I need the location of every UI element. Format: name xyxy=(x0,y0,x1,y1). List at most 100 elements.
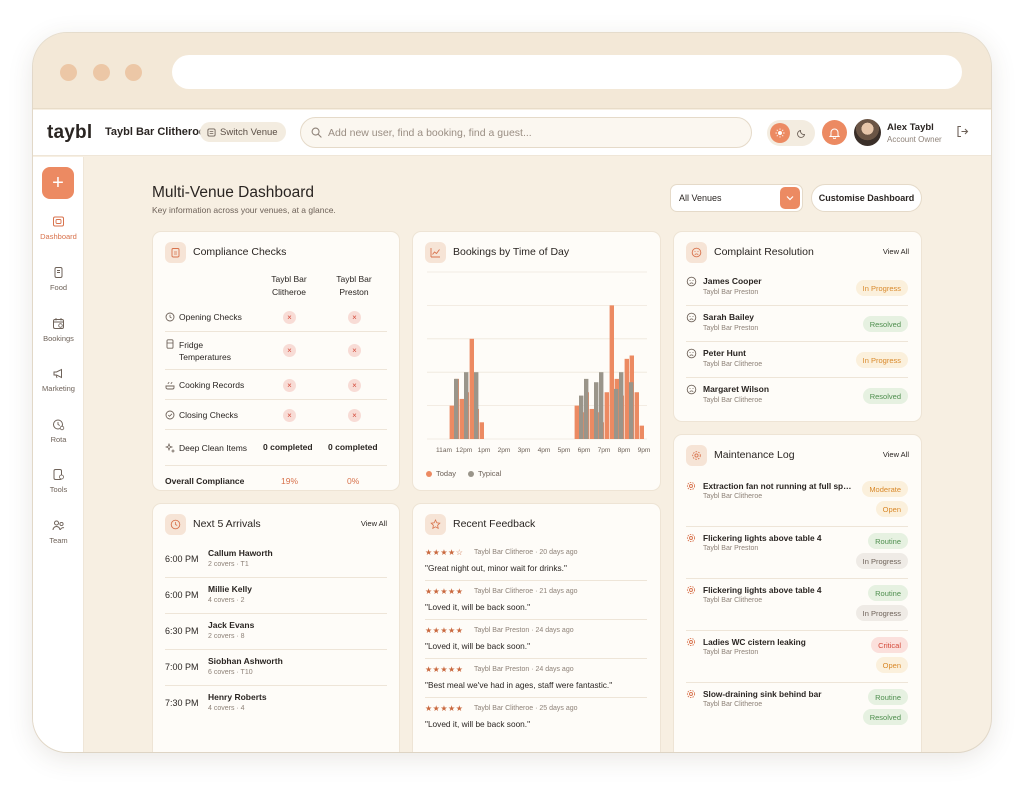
compliance-row-opening[interactable]: Opening Checks × × xyxy=(165,302,387,332)
bar-today[interactable] xyxy=(589,408,594,439)
user-avatar[interactable] xyxy=(854,119,881,146)
bar-today[interactable] xyxy=(449,405,454,439)
taybl-logo[interactable]: taybl xyxy=(47,122,92,144)
notifications-button[interactable] xyxy=(822,120,847,145)
switch-venue-button[interactable]: Switch Venue xyxy=(200,122,286,142)
sidebar-item-bookings[interactable]: Bookings xyxy=(33,317,84,357)
bar-today[interactable] xyxy=(459,398,464,439)
maintenance-title: Maintenance Log xyxy=(714,449,795,461)
gear-icon xyxy=(686,481,696,491)
sidebar: + Dashboard Food Bookings Marketing Rota… xyxy=(33,157,84,752)
compliance-row-fridge[interactable]: Fridge Temperatures × × xyxy=(165,332,387,370)
switch-icon xyxy=(207,127,216,137)
compliance-row-label: Opening Checks xyxy=(165,311,242,323)
complainant-name: James Cooper xyxy=(703,276,762,286)
maintenance-item[interactable]: Slow-draining sink behind bar Taybl Bar … xyxy=(686,683,908,735)
bar-typical[interactable] xyxy=(579,395,584,439)
bar-today[interactable] xyxy=(624,358,629,439)
complaint-item[interactable]: Margaret Wilson Taybl Bar Clitheroe Reso… xyxy=(686,378,908,414)
feedback-item[interactable]: ★★★★★ Taybl Bar Clitheroe · 25 days ago … xyxy=(425,698,647,737)
logout-icon[interactable] xyxy=(956,125,969,138)
complaint-item[interactable]: Peter Hunt Taybl Bar Clitheroe In Progre… xyxy=(686,342,908,378)
maintenance-item-venue: Taybl Bar Preston xyxy=(703,649,759,656)
bar-today[interactable] xyxy=(634,392,639,439)
bar-today[interactable] xyxy=(574,405,579,439)
feedback-item[interactable]: ★★★★★ Taybl Bar Clitheroe · 21 days ago … xyxy=(425,581,647,620)
maintenance-view-all-link[interactable]: View All xyxy=(883,450,909,459)
bookings-bar-chart: 11am 12pm 1pm 2pm 3pm 4pm 5pm 6pm 7pm 8pm 9pm xyxy=(427,271,651,454)
feedback-item[interactable]: ★★★★★ Taybl Bar Preston · 24 days ago "B… xyxy=(425,659,647,698)
arrival-item[interactable]: 6:00 PM Millie Kelly 4 covers · 2 xyxy=(165,578,387,614)
window-dot-maximize[interactable] xyxy=(125,64,142,81)
overall-compliance-label: Overall Compliance xyxy=(165,476,245,486)
maintenance-item[interactable]: Flickering lights above table 4 Taybl Ba… xyxy=(686,527,908,579)
bar-today[interactable] xyxy=(479,422,484,439)
compliance-row-label: Fridge Temperatures xyxy=(165,339,231,363)
compliance-row-cooking[interactable]: Cooking Records × × xyxy=(165,370,387,400)
window-dot-minimize[interactable] xyxy=(93,64,110,81)
sidebar-item-team[interactable]: Team xyxy=(33,519,84,559)
address-bar[interactable] xyxy=(172,55,962,89)
maintenance-item[interactable]: Flickering lights above table 4 Taybl Ba… xyxy=(686,579,908,631)
fail-icon: × xyxy=(283,311,296,324)
venue-select[interactable]: All Venues xyxy=(670,184,803,212)
moon-icon[interactable] xyxy=(792,123,812,143)
tools-icon xyxy=(53,469,64,480)
bar-today[interactable] xyxy=(469,338,474,439)
customise-dashboard-button[interactable]: Customise Dashboard xyxy=(811,184,922,212)
bookings-chart-card: Bookings by Time of Day 11am 12pm 1pm 2pm 3p… xyxy=(412,231,661,491)
bar-typical[interactable] xyxy=(594,382,599,439)
status-badge: Resolved xyxy=(862,388,908,404)
star-rating: ★★★★★ xyxy=(425,665,464,674)
arrival-item[interactable]: 6:30 PM Jack Evans 2 covers · 8 xyxy=(165,614,387,650)
bar-typical[interactable] xyxy=(629,382,634,439)
guest-name: Siobhan Ashworth xyxy=(208,656,283,666)
compliance-row-deep-clean[interactable]: Deep Clean Items 0 completed 0 completed xyxy=(165,430,387,466)
arrival-item[interactable]: 7:00 PM Siobhan Ashworth 6 covers · T10 xyxy=(165,650,387,686)
arrivals-title: Next 5 Arrivals xyxy=(193,518,261,530)
complaint-item[interactable]: Sarah Bailey Taybl Bar Preston Resolved xyxy=(686,306,908,342)
theme-toggle[interactable] xyxy=(767,120,815,146)
global-search[interactable] xyxy=(300,117,752,148)
complaint-venue: Taybl Bar Clitheroe xyxy=(703,361,763,368)
feedback-item[interactable]: ★★★★☆ Taybl Bar Clitheroe · 20 days ago … xyxy=(425,542,647,581)
bar-today[interactable] xyxy=(604,392,609,439)
chevron-down-icon[interactable] xyxy=(780,187,800,209)
arrivals-card: Next 5 Arrivals View All 6:00 PM Callum … xyxy=(152,503,400,752)
arrival-item[interactable]: 6:00 PM Callum Haworth 2 covers · T1 xyxy=(165,542,387,578)
sidebar-item-marketing[interactable]: Marketing xyxy=(33,367,84,407)
sidebar-item-dashboard[interactable]: Dashboard xyxy=(33,215,84,255)
user-name[interactable]: Alex Taybl xyxy=(887,122,934,133)
feedback-quote: "Loved it, will be back soon." xyxy=(425,602,531,612)
complaint-item[interactable]: James Cooper Taybl Bar Preston In Progre… xyxy=(686,270,908,306)
maintenance-item[interactable]: Extraction fan not running at full speed… xyxy=(686,475,908,527)
compliance-row-closing[interactable]: Closing Checks × × xyxy=(165,400,387,430)
bar-typical[interactable] xyxy=(614,388,619,439)
page-subtitle: Key information across your venues, at a… xyxy=(152,205,336,215)
search-icon xyxy=(311,127,322,138)
complaints-view-all-link[interactable]: View All xyxy=(883,247,909,256)
sidebar-item-rota[interactable]: Rota xyxy=(33,418,84,458)
add-button[interactable]: + xyxy=(42,167,74,199)
feedback-item[interactable]: ★★★★★ Taybl Bar Preston · 24 days ago "L… xyxy=(425,620,647,659)
bar-today[interactable] xyxy=(609,305,614,439)
sidebar-item-food[interactable]: Food xyxy=(33,266,84,306)
bar-today[interactable] xyxy=(639,425,644,439)
arrival-item[interactable]: 7:30 PM Henry Roberts 4 covers · 4 xyxy=(165,686,387,722)
arrivals-view-all-link[interactable]: View All xyxy=(361,519,387,528)
x-tick-label: 7pm xyxy=(598,447,611,454)
bar-typical[interactable] xyxy=(584,378,589,439)
bar-typical[interactable] xyxy=(464,372,469,439)
bar-typical[interactable] xyxy=(474,372,479,439)
bar-typical[interactable] xyxy=(619,372,624,439)
compliance-title: Compliance Checks xyxy=(193,246,287,258)
guest-name: Millie Kelly xyxy=(208,584,252,594)
sun-icon[interactable] xyxy=(770,123,790,143)
clipboard-icon xyxy=(165,241,186,263)
window-dot-close[interactable] xyxy=(60,64,77,81)
search-input[interactable] xyxy=(328,126,728,139)
sidebar-item-tools[interactable]: Tools xyxy=(33,468,84,508)
bar-typical[interactable] xyxy=(454,378,459,439)
maintenance-item[interactable]: Ladies WC cistern leaking Taybl Bar Pres… xyxy=(686,631,908,683)
bar-typical[interactable] xyxy=(599,372,604,439)
